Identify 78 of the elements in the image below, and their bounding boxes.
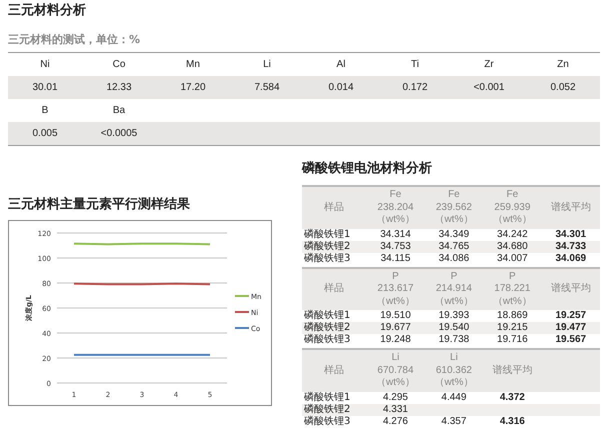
table-cell-text: 4.449 — [440, 392, 468, 404]
page-title: 三元材料分析 — [8, 2, 87, 20]
average-cell-text: 34.733 — [554, 240, 588, 252]
sample-name: 磷酸铁锂1 — [303, 392, 352, 404]
table-cell-text: 34.242 — [496, 228, 529, 240]
table-cell-text: 19.716 — [496, 334, 529, 346]
column-header: Mn — [185, 59, 201, 70]
average-cell-text: 19.567 — [554, 334, 588, 346]
column-header: B — [40, 105, 50, 116]
table-cell-text: 4.295 — [382, 392, 409, 404]
sample-name: 磷酸铁锂1 — [303, 310, 352, 322]
table-cell-text: 18.869 — [496, 310, 529, 322]
average-cell-text: 4.316 — [498, 416, 526, 428]
table-cell-text: 19.215 — [496, 322, 529, 334]
table-cell-text: 4.357 — [440, 416, 468, 428]
table-cell-text: 12.33 — [105, 82, 133, 93]
sample-name: 磷酸铁锂2 — [303, 404, 352, 416]
column-header: 样品 — [323, 202, 346, 214]
sample-name: 磷酸铁锂3 — [303, 334, 352, 346]
table-cell-text: 34.314 — [379, 228, 412, 240]
sample-name: 磷酸铁锂2 — [303, 322, 352, 334]
sample-name: 磷酸铁锂3 — [303, 416, 352, 428]
table-cell-text: 0.005 — [31, 128, 59, 139]
column-header: 样品 — [323, 283, 346, 296]
column-header: Fe 259.939 （wt%） — [492, 189, 533, 226]
table-cell-text: <0.001 — [472, 82, 506, 93]
column-header: 样品 — [323, 364, 346, 377]
sample-name: 磷酸铁锂2 — [303, 240, 352, 252]
table-cell-text: 19.738 — [438, 334, 470, 346]
table-cell-text: 30.01 — [31, 82, 59, 93]
table-cell-text: 34.007 — [496, 252, 529, 264]
table-cell-text: 4.331 — [382, 404, 409, 416]
column-header: 谱线平均 — [550, 202, 592, 214]
column-header: Co — [112, 59, 126, 70]
column-header: Fe 238.204 （wt%） — [375, 189, 416, 226]
column-header: Al — [336, 59, 346, 70]
table-cell-text: 34.349 — [438, 228, 470, 240]
table-cell-text: 17.20 — [179, 82, 207, 93]
table-cell-text: 7.584 — [253, 82, 281, 93]
column-header: P 178.221 （wt%） — [492, 270, 533, 308]
table-cell-text: 4.276 — [382, 416, 409, 428]
table-cell-text: 19.510 — [379, 310, 412, 322]
column-header: P 213.617 （wt%） — [375, 270, 416, 308]
column-header: Zr — [483, 59, 495, 70]
table-cell-text: 19.248 — [379, 334, 412, 346]
table-cell-text: 19.677 — [379, 322, 412, 334]
average-cell-text: 19.477 — [554, 322, 588, 334]
table-cell-text: 19.540 — [438, 322, 470, 334]
average-cell-text: 19.257 — [554, 310, 588, 322]
table-caption: 三元材料的测试，单位：% — [8, 32, 142, 48]
column-header: 谱线平均 — [550, 283, 592, 296]
table-cell-text: 19.393 — [438, 310, 470, 322]
column-header: Fe 239.562 （wt%） — [433, 189, 474, 226]
table-cell-text: 0.014 — [327, 82, 355, 93]
table-cell-text: 34.115 — [380, 252, 412, 264]
column-header: Ba — [112, 105, 126, 116]
table-cell-text: 34.680 — [496, 240, 529, 252]
table-cell-text: 34.086 — [438, 252, 470, 264]
column-header: Ti — [410, 59, 420, 70]
average-cell-text: 34.301 — [554, 228, 588, 240]
column-header: Li — [262, 59, 272, 70]
sample-name: 磷酸铁锂1 — [303, 228, 352, 240]
sample-name: 磷酸铁锂3 — [303, 252, 352, 264]
table-cell-text: <0.0005 — [100, 128, 138, 139]
table-cell-text: 0.052 — [549, 82, 577, 93]
column-header: Li 670.784 （wt%） — [375, 352, 416, 390]
table-cell-text: 0.172 — [401, 82, 429, 93]
average-cell-text: 4.372 — [498, 392, 526, 404]
column-header: P 214.914 （wt%） — [433, 270, 474, 308]
column-header: Ni — [39, 59, 51, 70]
column-header: 谱线平均 — [491, 364, 534, 377]
column-header: Li 610.362 （wt%） — [433, 352, 474, 390]
table-cell-text: 34.753 — [379, 240, 412, 252]
column-header: Zn — [556, 59, 570, 70]
chart-title: 三元材料主量元素平行测样结果 — [8, 196, 191, 214]
table-cell-text: 34.765 — [438, 240, 470, 252]
section-title: 磷酸铁锂电池材料分析 — [302, 160, 433, 178]
average-cell-text: 34.069 — [554, 252, 588, 264]
